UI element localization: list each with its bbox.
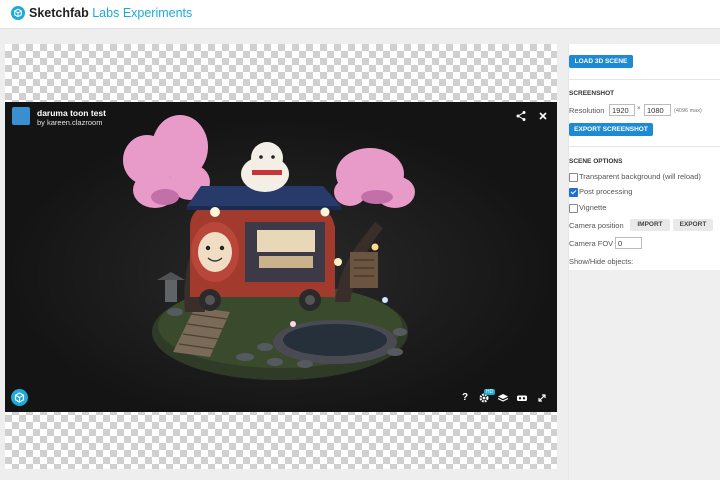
hd-badge: HD [484, 389, 496, 395]
fullscreen-icon[interactable] [536, 392, 548, 404]
transparent-background-label[interactable]: Transparent background (will reload) [579, 172, 701, 181]
transparent-background-checkbox[interactable] [569, 173, 578, 182]
brand-title[interactable]: Sketchfab Labs Experiments [29, 5, 192, 21]
export-camera-button[interactable]: EXPORT [673, 219, 713, 231]
resolution-width-input[interactable] [609, 104, 635, 116]
sketchfab-logo-icon[interactable] [11, 6, 25, 20]
camera-position-label: Camera position [569, 221, 624, 230]
post-processing-checkbox[interactable] [569, 188, 578, 197]
top-bar: Sketchfab Labs Experiments [0, 0, 720, 29]
import-camera-button[interactable]: IMPORT [630, 219, 670, 231]
brand-sub: Labs Experiments [92, 6, 193, 20]
brand-main: Sketchfab [29, 6, 89, 20]
divider [569, 146, 720, 147]
post-processing-label[interactable]: Post processing [579, 187, 632, 196]
sketchfab-viewer-logo-icon[interactable] [11, 389, 28, 406]
layers-icon[interactable] [497, 392, 509, 404]
divider [569, 79, 720, 80]
model-title[interactable]: daruma toon test [37, 108, 106, 118]
scene-render[interactable] [5, 102, 557, 412]
transparent-canvas-area: daruma toon test by kareen.clazroom ? HD [5, 44, 557, 469]
scene-options-title: SCENE OPTIONS [569, 158, 623, 165]
export-screenshot-button[interactable]: EXPORT SCREENSHOT [569, 123, 653, 136]
resolution-height-input[interactable] [644, 104, 671, 116]
objects-list-area [569, 270, 720, 480]
close-icon[interactable] [537, 110, 549, 122]
camera-fov-label: Camera FOV [569, 239, 614, 248]
share-icon[interactable] [515, 110, 527, 122]
load-scene-button[interactable]: LOAD 3D SCENE [569, 55, 633, 68]
camera-fov-input[interactable] [615, 237, 642, 249]
model-author[interactable]: by kareen.clazroom [37, 118, 102, 127]
show-hide-objects-label: Show/Hide objects: [569, 257, 634, 266]
model-viewer[interactable]: daruma toon test by kareen.clazroom ? HD [5, 102, 557, 412]
vr-icon[interactable] [516, 392, 528, 404]
screenshot-section-title: SCREENSHOT [569, 90, 615, 97]
vignette-checkbox[interactable] [569, 204, 578, 213]
vignette-label[interactable]: Vignette [579, 203, 606, 212]
options-panel: LOAD 3D SCENE SCREENSHOT Resolution × (4… [568, 44, 720, 480]
author-avatar[interactable] [12, 107, 30, 125]
help-icon[interactable]: ? [459, 392, 471, 404]
times-sign: × [637, 106, 641, 112]
max-resolution-note: (4096 max) [674, 108, 702, 114]
resolution-label: Resolution [569, 106, 605, 115]
